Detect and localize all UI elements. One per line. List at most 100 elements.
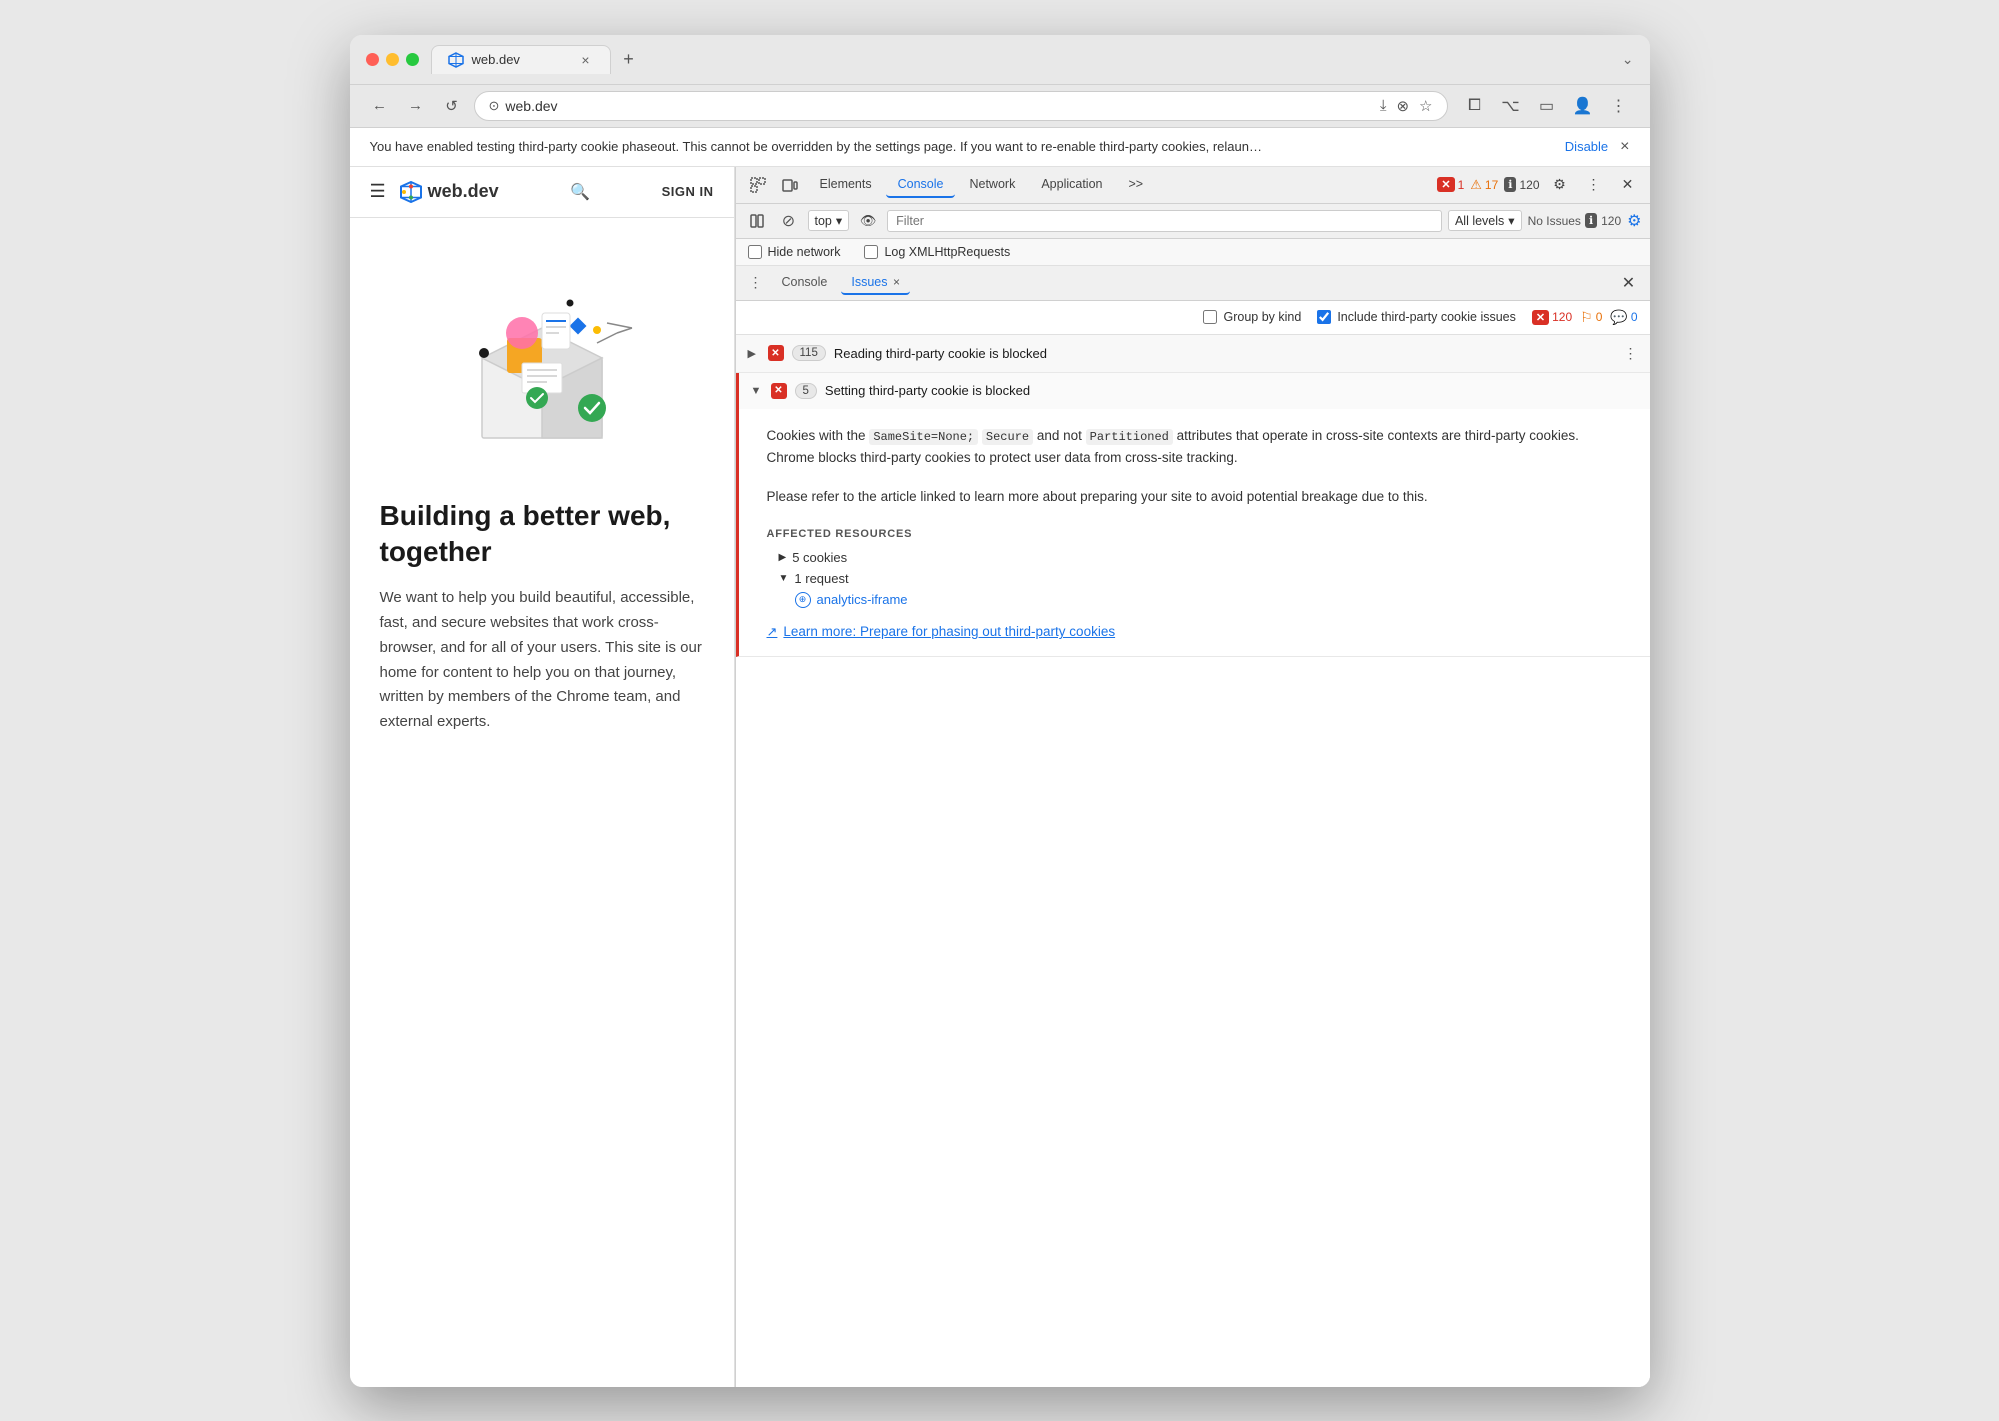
warning-icon: ⚠	[1470, 177, 1482, 193]
include-third-party-checkbox[interactable]: Include third-party cookie issues	[1317, 310, 1516, 324]
tab-console-issues[interactable]: Console	[772, 271, 838, 295]
devtools-settings-icon[interactable]: ⚙	[1546, 171, 1574, 199]
hamburger-menu-icon[interactable]: ☰	[370, 181, 386, 202]
split-view-icon[interactable]: ▭	[1532, 91, 1562, 121]
tab-close-button[interactable]: ×	[578, 52, 594, 68]
console-clear-icon[interactable]: ⊘	[776, 208, 802, 234]
address-bar-input[interactable]: ⊙ web.dev ⤓ ⊗ ☆	[474, 91, 1448, 121]
browser-toolbar: ⧠ ⌥ ▭ 👤 ⋮	[1460, 91, 1634, 121]
extensions-icon[interactable]: ⧠	[1460, 91, 1490, 121]
issues-tab-label[interactable]: Issues	[851, 275, 887, 289]
cookies-label: 5 cookies	[792, 550, 847, 565]
issue-followup-2: Please refer to the article linked to le…	[767, 486, 1630, 508]
site-illustration	[350, 218, 734, 478]
issue-header-2[interactable]: ▼ ✕ 5 Setting third-party cookie is bloc…	[739, 373, 1650, 409]
notification-close-button[interactable]: ×	[1620, 138, 1629, 156]
levels-arrow: ▾	[1508, 213, 1514, 228]
site-logo-text: web.dev	[428, 181, 499, 202]
cookies-resource-item[interactable]: ▶ 5 cookies	[779, 550, 1630, 565]
include-third-party-input[interactable]	[1317, 310, 1331, 324]
context-selector[interactable]: top ▾	[808, 210, 850, 231]
star-icon[interactable]: ☆	[1419, 97, 1432, 115]
devtools-toggle-icon[interactable]: ⌥	[1496, 91, 1526, 121]
site-logo[interactable]: web.dev	[400, 181, 499, 203]
console-checkboxes-bar: Hide network Log XMLHttpRequests	[736, 239, 1650, 266]
learn-more-link[interactable]: ↗ Learn more: Prepare for phasing out th…	[767, 624, 1630, 640]
issues-info-count: 0	[1631, 310, 1638, 324]
group-by-kind-checkbox[interactable]: Group by kind	[1203, 310, 1301, 324]
no-issues-icon: ℹ	[1585, 213, 1597, 228]
select-element-icon[interactable]	[744, 171, 772, 199]
devtools-more-icon[interactable]: ⋮	[1580, 171, 1608, 199]
analytics-iframe-link[interactable]: ⊕ analytics-iframe	[795, 592, 1630, 608]
forward-button[interactable]: →	[402, 92, 430, 120]
warning-count-badge: ⚠ 17	[1470, 177, 1498, 193]
hide-network-input[interactable]	[748, 245, 762, 259]
devtools-toolbar: Elements Console Network Application >> …	[736, 167, 1650, 204]
new-tab-button[interactable]: +	[615, 45, 643, 73]
issue-more-icon-1[interactable]: ⋮	[1624, 345, 1638, 362]
hide-network-checkbox[interactable]: Hide network	[748, 245, 841, 259]
no-issues-badge: No Issues ℹ 120	[1528, 213, 1622, 228]
window-chevron[interactable]: ⌄	[1622, 51, 1634, 68]
group-by-kind-label: Group by kind	[1223, 310, 1301, 324]
affected-resources-label: AFFECTED RESOURCES	[767, 528, 1630, 540]
tab-application[interactable]: Application	[1029, 172, 1114, 198]
maximize-traffic-light[interactable]	[406, 53, 419, 66]
issues-count-badges: ✕ 120 ⚐ 0 💬 0	[1532, 309, 1638, 326]
tab-network[interactable]: Network	[957, 172, 1027, 198]
context-dropdown-arrow: ▾	[836, 213, 842, 228]
issues-tab-close-icon[interactable]: ×	[893, 275, 900, 289]
error-icon: ✕	[1437, 177, 1454, 192]
external-link-icon: ↗	[767, 624, 778, 640]
notification-disable-link[interactable]: Disable	[1565, 139, 1608, 154]
log-xml-checkbox[interactable]: Log XMLHttpRequests	[864, 245, 1010, 259]
eye-slash-icon[interactable]: ⊗	[1396, 97, 1409, 115]
site-description: We want to help you build beautiful, acc…	[380, 586, 704, 735]
issue-header-1[interactable]: ▶ ✕ 115 Reading third-party cookie is bl…	[736, 335, 1650, 372]
tab-console[interactable]: Console	[886, 172, 956, 198]
cookies-expand-arrow: ▶	[779, 552, 787, 563]
issues-warning-icon: ⚐	[1580, 309, 1593, 326]
issues-info-icon: 💬	[1610, 309, 1627, 326]
issue-title-2: Setting third-party cookie is blocked	[825, 383, 1638, 398]
profile-icon[interactable]: 👤	[1568, 91, 1598, 121]
analytics-iframe-text: analytics-iframe	[817, 592, 908, 607]
log-levels-selector[interactable]: All levels ▾	[1448, 210, 1522, 231]
tab-title: web.dev	[472, 52, 520, 67]
download-icon[interactable]: ⤓	[1380, 97, 1387, 115]
issues-list: ▶ ✕ 115 Reading third-party cookie is bl…	[736, 335, 1650, 1387]
issue-row-1: ▶ ✕ 115 Reading third-party cookie is bl…	[736, 335, 1650, 373]
console-eye-icon[interactable]: 👁	[855, 208, 881, 234]
issues-tab-more-icon[interactable]: ⋮	[744, 271, 768, 295]
tab-more[interactable]: >>	[1116, 172, 1155, 198]
request-resource-item[interactable]: ▼ 1 request	[779, 571, 1630, 586]
context-label: top	[815, 214, 832, 228]
devtools-panel-close-button[interactable]: ✕	[1616, 270, 1642, 296]
close-traffic-light[interactable]	[366, 53, 379, 66]
more-menu-icon[interactable]: ⋮	[1604, 91, 1634, 121]
issue-body-2: Cookies with the SameSite=None; Secure a…	[739, 409, 1650, 656]
console-filter-input[interactable]	[887, 210, 1442, 232]
notification-bar: You have enabled testing third-party coo…	[350, 128, 1650, 167]
console-sidebar-icon[interactable]	[744, 208, 770, 234]
device-toggle-icon[interactable]	[776, 171, 804, 199]
minimize-traffic-light[interactable]	[386, 53, 399, 66]
title-bar: web.dev × + ⌄	[350, 35, 1650, 85]
site-content: Building a better web, together We want …	[350, 478, 734, 755]
devtools-close-icon[interactable]: ✕	[1614, 171, 1642, 199]
log-xml-input[interactable]	[864, 245, 878, 259]
error-count-badge: ✕ 1	[1437, 177, 1464, 192]
refresh-button[interactable]: ↺	[438, 92, 466, 120]
site-search-icon[interactable]: 🔍	[570, 182, 590, 202]
tab-elements[interactable]: Elements	[808, 172, 884, 198]
devtools-tabs: Elements Console Network Application >>	[808, 172, 1434, 198]
back-button[interactable]: ←	[366, 92, 394, 120]
console-settings-icon[interactable]: ⚙	[1627, 211, 1641, 231]
expand-arrow-2: ▼	[751, 385, 763, 397]
issues-error-icon: ✕	[1532, 310, 1549, 325]
tab-bar: web.dev × +	[431, 45, 1610, 74]
browser-tab-active[interactable]: web.dev ×	[431, 45, 611, 74]
sign-in-button[interactable]: SIGN IN	[662, 184, 714, 199]
group-by-kind-input[interactable]	[1203, 310, 1217, 324]
